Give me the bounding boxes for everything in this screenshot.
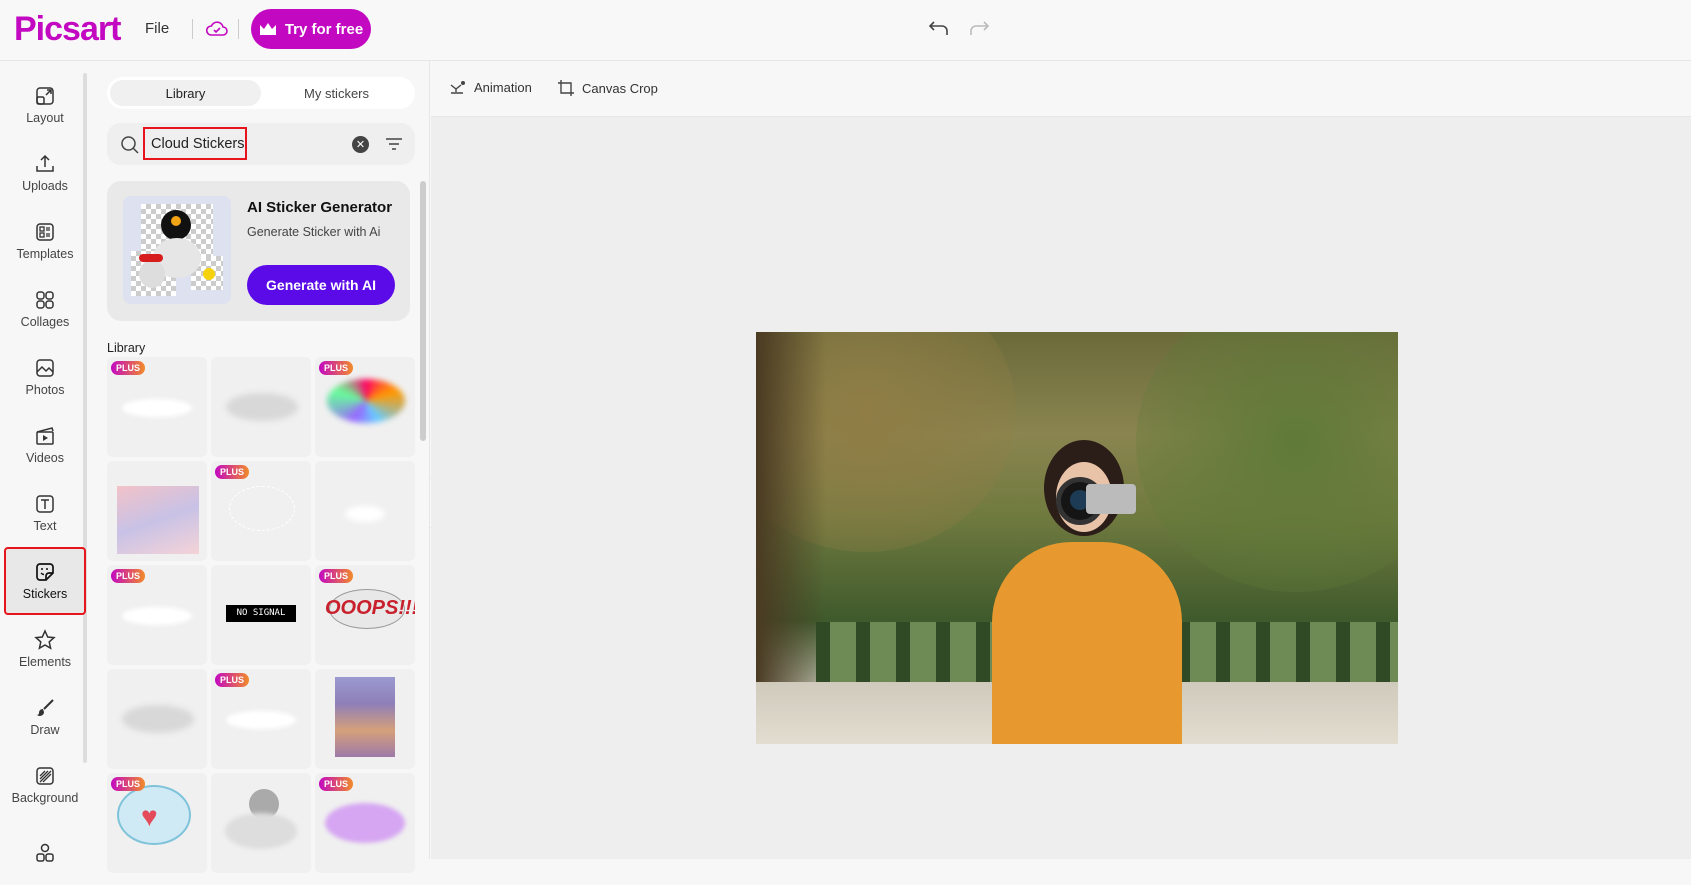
sticker-item-purple-sky[interactable] <box>315 669 415 769</box>
sidebar-item-label: Videos <box>26 451 64 465</box>
sticker-item-grey-cloud[interactable] <box>107 669 207 769</box>
sticker-item-pink-sky[interactable] <box>107 461 207 561</box>
tab-library[interactable]: Library <box>110 80 261 106</box>
canvas-crop-label: Canvas Crop <box>582 80 658 96</box>
sticker-item-grey-cloud[interactable] <box>211 357 311 457</box>
sidebar-item-label: Photos <box>25 383 65 397</box>
sticker-item-outline-cloud[interactable]: PLUS <box>211 461 311 561</box>
picsart-logo[interactable]: Picsart <box>14 10 121 49</box>
layout-icon <box>36 87 54 105</box>
search-icon <box>121 136 139 154</box>
animation-icon <box>450 81 465 94</box>
text-icon <box>36 495 54 513</box>
sidebar-item-label: Draw <box>30 723 60 737</box>
plus-badge: PLUS <box>111 777 146 791</box>
collages-icon <box>36 291 54 309</box>
sticker-item-oops[interactable]: OOOPS!!! PLUS <box>315 565 415 665</box>
try-for-free-button[interactable]: Try for free <box>251 9 371 49</box>
canvas-toolbar: Animation Canvas Crop <box>431 61 1691 117</box>
canvas-photo[interactable] <box>756 332 1398 744</box>
stickers-panel: Library My stickers ✕ AI Sticker Generat… <box>90 61 430 873</box>
sticker-item-moon-cloud[interactable] <box>211 773 311 873</box>
sticker-item-no-signal[interactable]: NO SIGNAL <box>211 565 311 665</box>
video-icon <box>36 427 54 445</box>
panel-scrollbar[interactable] <box>420 181 426 441</box>
ai-sticker-preview <box>123 196 231 304</box>
plus-badge: PLUS <box>215 673 250 687</box>
left-rail: Layout Uploads Templates Collages Photos Vide… <box>0 61 90 862</box>
crop-icon <box>558 80 574 96</box>
top-bar: Picsart File Try for free <box>0 0 1691 61</box>
library-heading: Library <box>107 341 146 355</box>
crown-icon <box>259 23 276 35</box>
no-signal-text: NO SIGNAL <box>226 605 296 622</box>
sidebar-item-label: Collages <box>20 315 70 329</box>
sticker-item-purple-cloud[interactable]: PLUS <box>315 773 415 873</box>
tab-my-stickers[interactable]: My stickers <box>261 80 412 106</box>
panel-tabs: Library My stickers <box>107 77 415 109</box>
sticker-item-white-cloud[interactable]: PLUS <box>211 669 311 769</box>
sidebar-item-label: Elements <box>18 655 72 669</box>
plus-badge: PLUS <box>111 569 146 583</box>
ai-card-title: AI Sticker Generator <box>247 199 393 216</box>
animation-button[interactable]: Animation <box>449 79 532 95</box>
sidebar-item-photos[interactable]: Photos <box>6 345 84 409</box>
ai-sticker-generator-card: AI Sticker Generator Generate Sticker wi… <box>107 181 410 321</box>
plus-badge: PLUS <box>319 569 354 583</box>
sidebar-item-draw[interactable]: Draw <box>6 685 84 749</box>
redo-icon[interactable] <box>968 18 990 38</box>
canvas-area <box>431 117 1691 859</box>
ai-card-subtitle: Generate Sticker with Ai <box>247 225 381 239</box>
sticker-item-white-cloud[interactable]: PLUS <box>107 565 207 665</box>
sticker-item-colorful-cloud[interactable]: PLUS <box>315 357 415 457</box>
file-menu[interactable]: File <box>145 20 169 37</box>
sidebar-item-background[interactable]: Background <box>6 753 84 817</box>
oops-text: OOOPS!!! <box>325 597 415 619</box>
sidebar-item-label: Background <box>11 791 79 805</box>
photo-icon <box>36 359 54 377</box>
divider <box>192 19 193 39</box>
brush-icon <box>37 699 54 716</box>
upload-icon <box>36 154 54 172</box>
plus-badge: PLUS <box>319 361 354 375</box>
search-input[interactable] <box>143 127 247 160</box>
sticker-item-white-cloud[interactable]: PLUS <box>107 357 207 457</box>
sidebar-item-videos[interactable]: Videos <box>6 413 84 477</box>
sidebar-item-stickers[interactable]: Stickers <box>4 547 86 615</box>
sidebar-item-label: Layout <box>26 111 64 125</box>
sticker-item-faint-cloud[interactable] <box>315 461 415 561</box>
sidebar-item-label: Templates <box>16 247 74 261</box>
generate-with-ai-button[interactable]: Generate with AI <box>247 265 395 305</box>
sidebar-item-label: Uploads <box>22 179 68 193</box>
try-for-free-label: Try for free <box>284 20 364 38</box>
sidebar-item-text[interactable]: Text <box>6 481 84 545</box>
sidebar-item-layout[interactable]: Layout <box>6 73 84 137</box>
canvas-crop-button[interactable]: Canvas Crop <box>557 79 658 97</box>
clear-search-button[interactable]: ✕ <box>352 136 369 153</box>
sidebar-item-label: Text <box>33 519 57 533</box>
plus-badge: PLUS <box>111 361 146 375</box>
sidebar-item-more[interactable] <box>6 821 84 885</box>
plus-badge: PLUS <box>319 777 354 791</box>
sidebar-item-collages[interactable]: Collages <box>6 277 84 341</box>
sticker-icon <box>36 563 54 581</box>
templates-icon <box>36 223 54 241</box>
sidebar-item-elements[interactable]: Elements <box>6 617 84 681</box>
star-icon <box>34 629 56 650</box>
sticker-item-heart-cloud[interactable]: ♥ PLUS <box>107 773 207 873</box>
divider <box>238 19 239 39</box>
background-icon <box>36 767 54 785</box>
filter-icon[interactable] <box>385 137 403 151</box>
plus-badge: PLUS <box>215 465 250 479</box>
animation-label: Animation <box>474 79 532 95</box>
cloud-saved-icon[interactable] <box>205 18 229 38</box>
sidebar-item-uploads[interactable]: Uploads <box>6 141 84 205</box>
undo-icon[interactable] <box>928 18 950 38</box>
apps-icon <box>36 843 54 862</box>
sticker-grid: PLUS PLUS PLUS PLUS NO SIGNAL OOOPS!!! PLUS PLU… <box>107 357 415 873</box>
sidebar-item-templates[interactable]: Templates <box>6 209 84 273</box>
sidebar-item-label: Stickers <box>22 587 68 601</box>
